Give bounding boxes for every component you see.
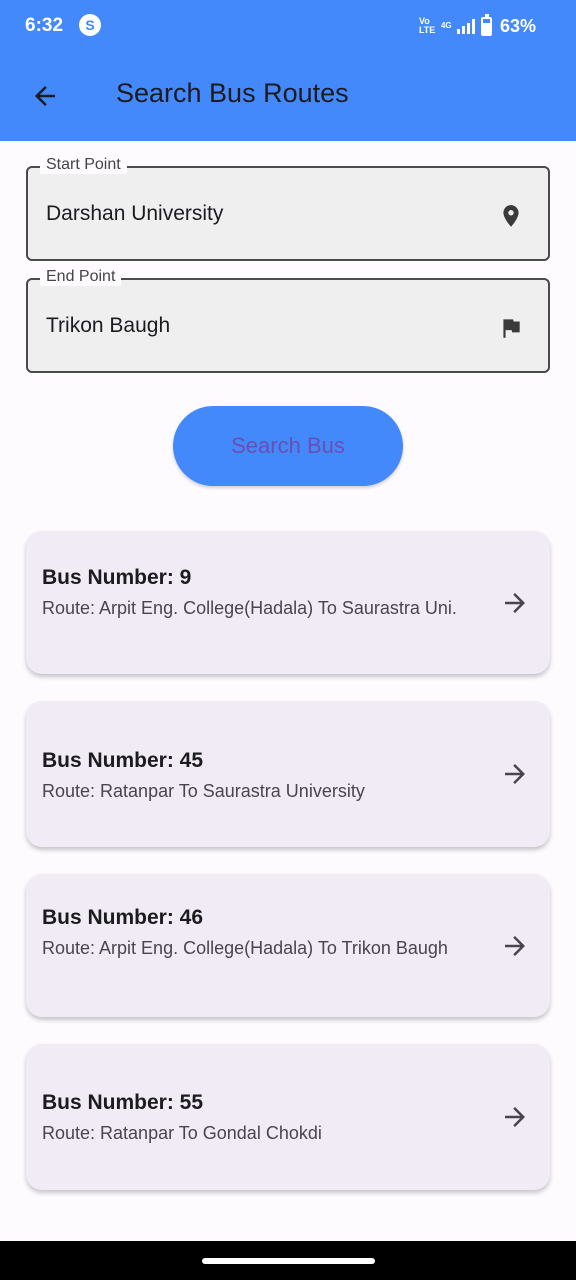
- home-gesture-handle[interactable]: [202, 1258, 375, 1264]
- volte-icon: Vo LTE: [418, 16, 436, 35]
- start-point-field[interactable]: Start Point Darshan University: [26, 156, 550, 261]
- card-content: Bus Number: 55 Route: Ratanpar To Gondal…: [42, 1089, 460, 1147]
- start-point-value[interactable]: Darshan University: [46, 202, 223, 226]
- back-button[interactable]: [20, 71, 70, 121]
- start-point-label: Start Point: [40, 156, 127, 174]
- status-icons: Vo LTE 4G 63%: [419, 13, 536, 39]
- bus-route: Route: Arpit Eng. College(Hadala) To Tri…: [42, 938, 448, 958]
- search-bus-button[interactable]: Search Bus: [173, 406, 403, 486]
- arrow-forward-icon: [505, 593, 525, 613]
- location-pin-icon: [503, 205, 519, 227]
- arrow-forward-icon: [505, 764, 525, 784]
- status-time: 6:32: [25, 15, 64, 36]
- network-type-icon: 4G: [440, 21, 452, 30]
- arrow-forward-icon: [505, 1107, 525, 1127]
- notification-app-icon: S: [79, 14, 101, 36]
- system-navigation-bar: [0, 1241, 576, 1280]
- card-content: Bus Number: 46 Route: Arpit Eng. College…: [42, 904, 460, 962]
- end-point-label: End Point: [40, 268, 122, 286]
- bus-result-card[interactable]: Bus Number: 9 Route: Arpit Eng. College(…: [26, 531, 550, 674]
- arrow-back-icon: [35, 86, 55, 106]
- battery-icon: [480, 13, 492, 36]
- card-content: Bus Number: 9 Route: Arpit Eng. College(…: [42, 564, 460, 622]
- bus-result-card[interactable]: Bus Number: 55 Route: Ratanpar To Gondal…: [26, 1044, 550, 1190]
- bus-number: Bus Number: 46: [42, 906, 204, 929]
- flag-icon: [503, 319, 520, 338]
- card-content: Bus Number: 45 Route: Ratanpar To Sauras…: [42, 747, 460, 805]
- end-point-field[interactable]: End Point Trikon Baugh: [26, 268, 550, 373]
- bus-route: Route: Arpit Eng. College(Hadala) To Sau…: [42, 598, 457, 618]
- battery-percent: 63%: [499, 15, 536, 36]
- bus-result-card[interactable]: Bus Number: 46 Route: Arpit Eng. College…: [26, 874, 550, 1017]
- page-title: Search Bus Routes: [116, 78, 349, 108]
- bus-result-card[interactable]: Bus Number: 45 Route: Ratanpar To Sauras…: [26, 701, 550, 847]
- app-bar: 6:32 S Vo LTE 4G 63% Search Bus Routes: [0, 0, 576, 141]
- bus-number: Bus Number: 55: [42, 1091, 204, 1114]
- arrow-forward-icon: [505, 936, 525, 956]
- signal-icon: [456, 18, 475, 34]
- bus-route: Route: Ratanpar To Gondal Chokdi: [42, 1123, 322, 1143]
- status-bar: 6:32 S Vo LTE 4G 63%: [0, 0, 576, 52]
- end-point-value[interactable]: Trikon Baugh: [46, 314, 170, 338]
- bus-number: Bus Number: 9: [42, 566, 192, 589]
- bus-route: Route: Ratanpar To Saurastra University: [42, 781, 365, 801]
- bus-number: Bus Number: 45: [42, 749, 204, 772]
